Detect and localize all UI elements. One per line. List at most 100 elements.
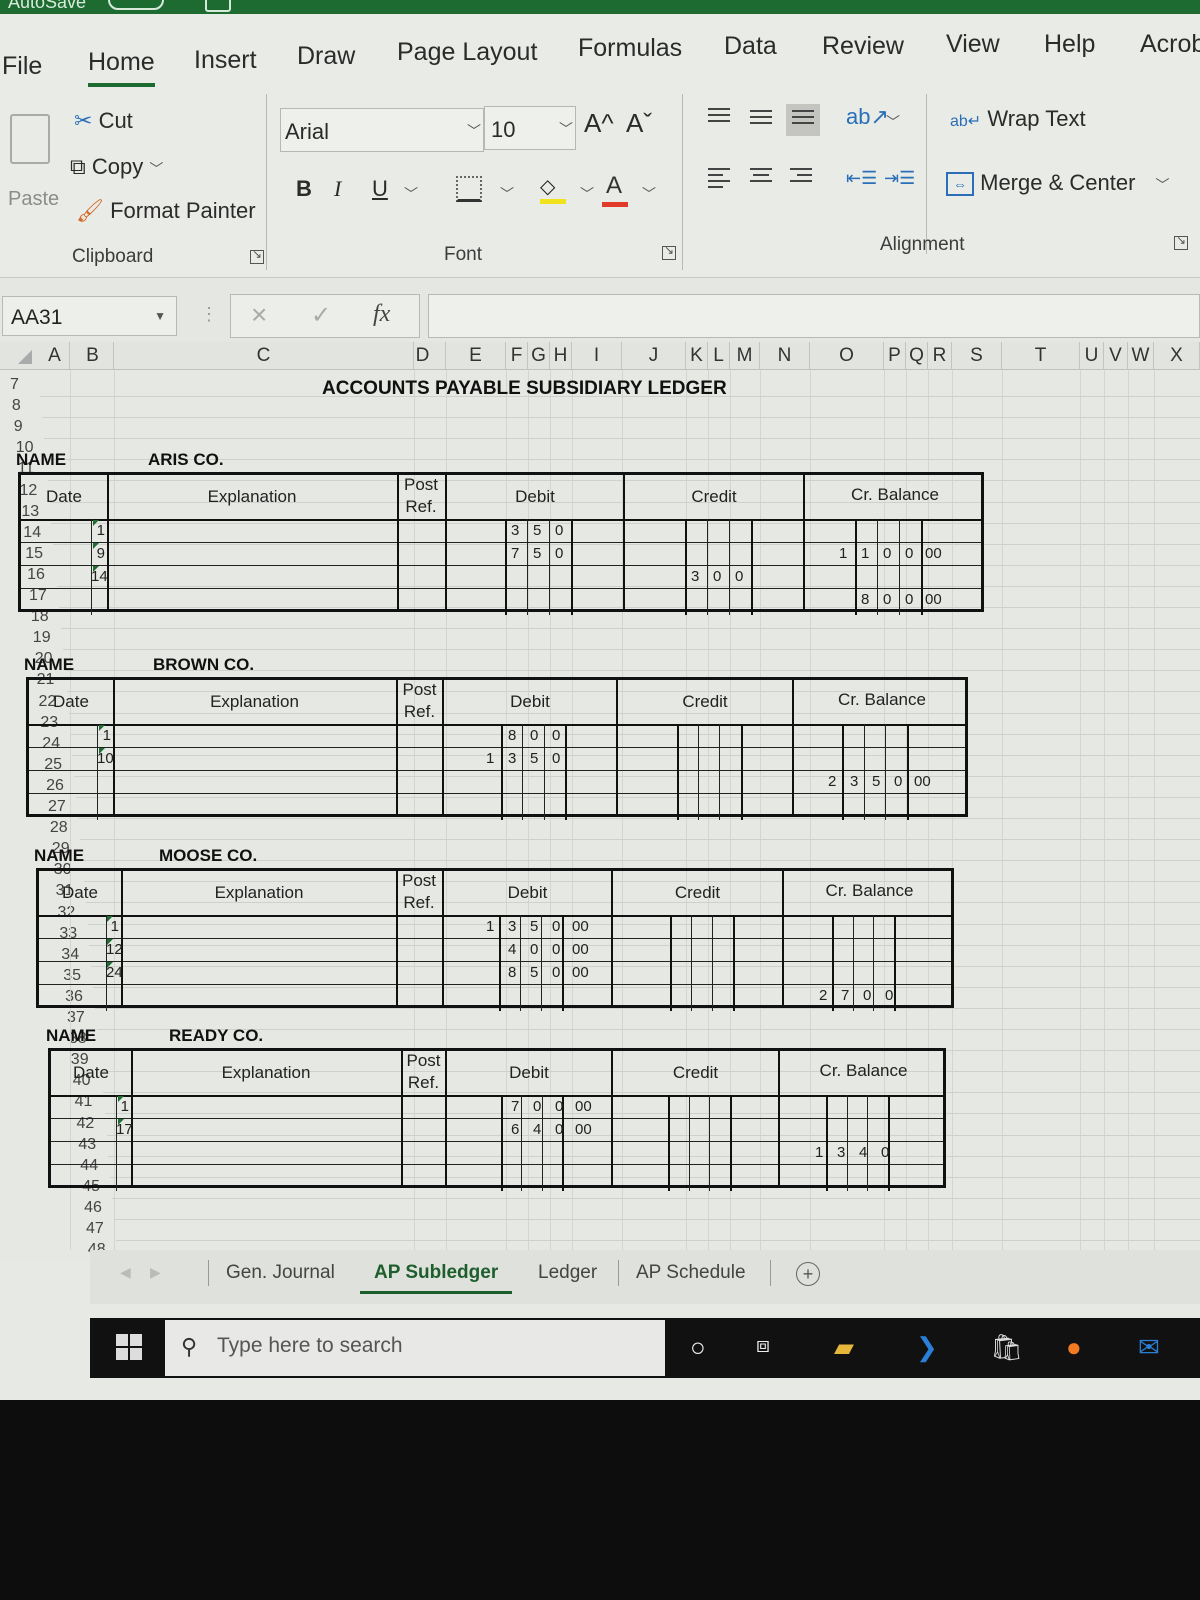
column-header[interactable]: O bbox=[810, 342, 884, 370]
align-left-icon[interactable] bbox=[708, 168, 730, 188]
entry-date[interactable]: 17 bbox=[116, 1121, 133, 1138]
column-header[interactable]: P bbox=[884, 342, 906, 370]
grow-font-button[interactable]: A^ bbox=[584, 108, 614, 139]
drag-handle-icon[interactable]: ⋮ bbox=[200, 304, 218, 325]
tab-insert[interactable]: Insert bbox=[194, 46, 257, 75]
chevron-down-icon[interactable]: ﹀ bbox=[580, 184, 594, 204]
sheet-tab-ap-schedule[interactable]: AP Schedule bbox=[636, 1262, 746, 1284]
insert-function-icon[interactable]: fx bbox=[373, 301, 390, 328]
fill-color-icon[interactable]: ◇ bbox=[540, 174, 566, 204]
column-header[interactable]: I bbox=[572, 342, 622, 370]
wrap-text-button[interactable]: ab↵ Wrap Text bbox=[950, 106, 1086, 132]
mail-icon[interactable]: ✉ bbox=[1138, 1332, 1160, 1363]
sheet-tab-gen-journal[interactable]: Gen. Journal bbox=[226, 1262, 335, 1284]
row-header[interactable]: 9 bbox=[14, 418, 23, 436]
entry-date[interactable]: 1 bbox=[116, 1098, 129, 1115]
taskbar-search[interactable]: ⚲ Type here to search bbox=[165, 1320, 665, 1376]
align-center-icon[interactable] bbox=[750, 168, 772, 188]
column-header[interactable]: V bbox=[1104, 342, 1128, 370]
tab-page-layout[interactable]: Page Layout bbox=[397, 38, 537, 67]
tab-draw[interactable]: Draw bbox=[297, 42, 355, 71]
tab-file[interactable]: File bbox=[2, 52, 42, 81]
name-box[interactable]: AA31 ▼ bbox=[2, 296, 177, 336]
scroll-next-sheet-icon[interactable]: ▶ bbox=[150, 1264, 161, 1281]
column-header[interactable]: L bbox=[708, 342, 730, 370]
column-header[interactable]: H bbox=[550, 342, 572, 370]
entry-date[interactable]: 14 bbox=[91, 568, 108, 585]
entry-date[interactable]: 1 bbox=[97, 727, 111, 744]
shrink-font-button[interactable]: Aˇ bbox=[626, 108, 652, 139]
firefox-icon[interactable]: ● bbox=[1066, 1332, 1082, 1363]
save-icon[interactable] bbox=[205, 0, 231, 12]
column-header[interactable]: N bbox=[760, 342, 810, 370]
tab-view[interactable]: View bbox=[946, 30, 1000, 59]
entry-date[interactable]: 9 bbox=[91, 545, 105, 562]
align-top-icon[interactable] bbox=[708, 108, 730, 128]
autosave-toggle[interactable] bbox=[108, 0, 164, 10]
copy-button[interactable]: ⧉ Copy ﹀ bbox=[70, 154, 163, 180]
column-header[interactable]: R bbox=[928, 342, 952, 370]
row-header[interactable]: 7 bbox=[10, 376, 19, 394]
column-header[interactable]: B bbox=[72, 342, 114, 370]
orientation-icon[interactable]: ab↗ bbox=[846, 104, 889, 130]
task-view-icon[interactable]: ⧈ bbox=[756, 1332, 770, 1358]
chevron-down-icon[interactable]: ﹀ bbox=[886, 112, 900, 132]
chevron-down-icon[interactable]: ﹀ bbox=[500, 184, 514, 204]
align-middle-icon[interactable] bbox=[750, 110, 772, 130]
font-name-dropdown[interactable]: Arial ﹀ bbox=[280, 108, 484, 152]
sheet-tab-ledger[interactable]: Ledger bbox=[538, 1262, 597, 1284]
entry-date[interactable]: 12 bbox=[106, 941, 123, 958]
entry-date[interactable]: 1 bbox=[106, 918, 119, 935]
entry-date[interactable]: 24 bbox=[106, 964, 123, 981]
entry-date[interactable]: 1 bbox=[91, 522, 105, 539]
worksheet-grid[interactable]: ABCDEFGHIJKLMNOPQRSTUVWX 7 8 9 10 11 12 13 14 15… bbox=[0, 342, 1200, 1263]
cortana-icon[interactable]: ○ bbox=[690, 1332, 706, 1363]
formula-input[interactable] bbox=[428, 294, 1200, 338]
tab-formulas[interactable]: Formulas bbox=[578, 34, 682, 63]
column-header[interactable]: M bbox=[730, 342, 760, 370]
add-sheet-button[interactable]: + bbox=[796, 1262, 820, 1286]
cancel-icon[interactable]: × bbox=[251, 299, 267, 331]
enter-icon[interactable]: ✓ bbox=[311, 301, 331, 330]
format-painter-button[interactable]: 🖌 Format Painter bbox=[76, 198, 256, 224]
cut-button[interactable]: ✂ Cut bbox=[74, 108, 133, 134]
chevron-down-icon[interactable]: ﹀ bbox=[642, 184, 656, 204]
column-header[interactable]: G bbox=[528, 342, 550, 370]
column-header[interactable]: K bbox=[686, 342, 708, 370]
italic-button[interactable]: I bbox=[334, 176, 341, 202]
entry-date[interactable]: 10 bbox=[97, 750, 114, 767]
column-header[interactable]: Q bbox=[906, 342, 928, 370]
column-header[interactable]: E bbox=[446, 342, 506, 370]
alignment-launcher-icon[interactable] bbox=[1174, 233, 1188, 250]
font-launcher-icon[interactable] bbox=[662, 243, 676, 260]
row-header[interactable]: 8 bbox=[12, 397, 21, 415]
column-header[interactable]: W bbox=[1128, 342, 1154, 370]
column-header[interactable]: D bbox=[400, 342, 446, 370]
chevron-down-icon[interactable]: ﹀ bbox=[404, 184, 418, 204]
windows-start-icon[interactable] bbox=[116, 1334, 142, 1360]
increase-indent-icon[interactable]: ⇥☰ bbox=[884, 168, 915, 189]
paste-button[interactable]: Paste bbox=[4, 108, 64, 218]
column-header[interactable]: T bbox=[1002, 342, 1080, 370]
tab-help[interactable]: Help bbox=[1044, 30, 1095, 59]
decrease-indent-icon[interactable]: ⇤☰ bbox=[846, 168, 877, 189]
column-header[interactable]: J bbox=[622, 342, 686, 370]
column-header[interactable]: S bbox=[952, 342, 1002, 370]
align-bottom-icon[interactable] bbox=[786, 104, 820, 136]
column-header[interactable]: X bbox=[1154, 342, 1200, 370]
clipboard-launcher-icon[interactable] bbox=[250, 247, 264, 264]
store-icon[interactable]: 🛍 bbox=[990, 1332, 1023, 1363]
column-header[interactable]: U bbox=[1080, 342, 1104, 370]
tab-review[interactable]: Review bbox=[822, 32, 904, 61]
tab-acrobat[interactable]: Acrobat bbox=[1140, 30, 1200, 59]
sheet-tab-ap-subledger[interactable]: AP Subledger bbox=[359, 1262, 513, 1294]
bold-button[interactable]: B bbox=[296, 176, 312, 202]
scroll-prev-sheet-icon[interactable]: ◀ bbox=[120, 1264, 131, 1281]
font-size-dropdown[interactable]: 10 ﹀ bbox=[484, 106, 576, 150]
vscode-icon[interactable]: ❯ bbox=[916, 1332, 938, 1363]
font-color-button[interactable]: A bbox=[602, 172, 628, 207]
file-explorer-icon[interactable]: ▰ bbox=[834, 1332, 854, 1363]
align-right-icon[interactable] bbox=[790, 168, 812, 188]
column-header[interactable]: C bbox=[114, 342, 414, 370]
select-all-corner[interactable] bbox=[18, 350, 32, 364]
